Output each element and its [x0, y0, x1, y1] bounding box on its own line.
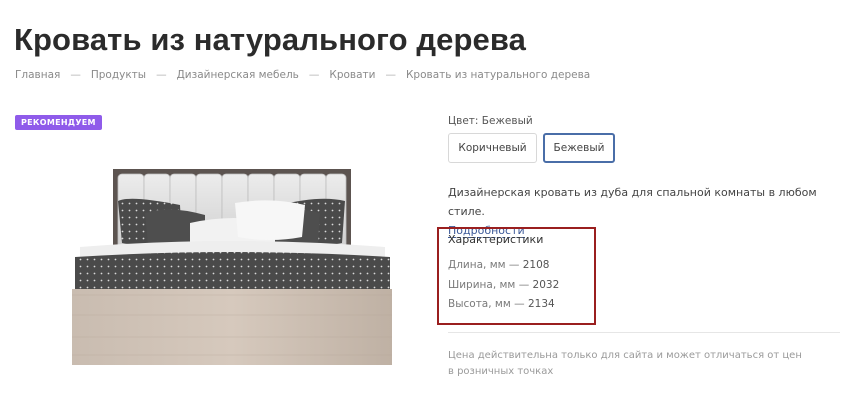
breadcrumb-beds[interactable]: Кровати: [329, 69, 375, 81]
spec-row-length: Длина, мм — 2108: [448, 259, 550, 271]
spec-row-width: Ширина, мм — 2032: [448, 279, 560, 291]
spec-row-height: Высота, мм — 2134: [448, 298, 555, 310]
breadcrumb-separator: —: [385, 69, 396, 81]
color-option-brown[interactable]: Коричневый: [448, 133, 537, 163]
price-note: Цена действительна только для сайта и мо…: [448, 350, 802, 377]
breadcrumb-separator: —: [70, 69, 81, 81]
breadcrumb-separator: —: [308, 69, 320, 81]
product-image[interactable]: [70, 165, 395, 370]
color-label: Цвет: Бежевый: [448, 115, 533, 127]
spec-value: 2032: [532, 279, 560, 291]
color-option-beige[interactable]: Бежевый: [543, 133, 615, 163]
spec-label: Высота, мм: [448, 298, 511, 310]
breadcrumb-current: Кровать из натурального дерева: [405, 69, 591, 81]
spec-label: Ширина, мм: [448, 279, 516, 291]
breadcrumb-designer-furniture[interactable]: Дизайнерская мебель: [177, 69, 299, 81]
breadcrumb-separator: —: [156, 69, 167, 81]
recommended-badge: РЕКОМЕНДУЕМ: [15, 115, 102, 130]
specs-title: Характеристики: [448, 233, 544, 246]
product-description: Дизайнерская кровать из дуба для спально…: [448, 186, 817, 218]
breadcrumb-home[interactable]: Главная: [15, 69, 60, 81]
breadcrumb-products[interactable]: Продукты: [91, 69, 146, 81]
spec-value: 2108: [522, 259, 550, 271]
divider: [448, 332, 840, 333]
spec-value: 2134: [527, 298, 555, 310]
spec-label: Длина, мм: [448, 259, 506, 271]
page-title: Кровать из натурального дерева: [14, 22, 526, 57]
breadcrumb: Главная — Продукты — Дизайнерская мебель…: [15, 69, 590, 81]
